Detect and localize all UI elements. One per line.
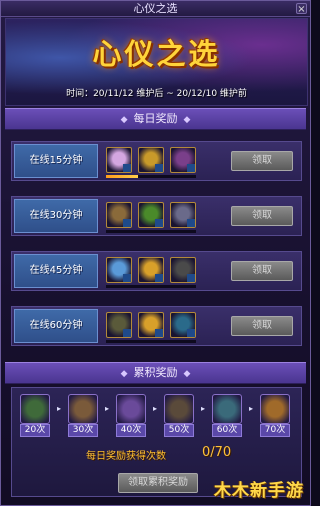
ornament-icon: ◆: [183, 115, 191, 125]
online-time-label: 在线15分钟: [14, 144, 98, 178]
orange-chest-icon[interactable]: [260, 394, 290, 424]
ornament-icon: ◆: [120, 115, 128, 125]
dark-chest-icon[interactable]: [164, 394, 194, 424]
ornament-icon: ◆: [183, 369, 191, 379]
daily-count-label: 每日奖励获得次数: [86, 451, 166, 462]
window-titlebar: 心仪之选 ×: [1, 1, 310, 17]
arrow-right-icon: ▸: [104, 404, 109, 413]
wooden-box-icon[interactable]: [106, 202, 132, 228]
event-time: 时间：20/11/12 维护后 ~ 20/12/10 维护前: [66, 89, 247, 99]
arrow-right-icon: ▸: [248, 404, 253, 413]
item-tag-icon: [187, 274, 195, 282]
daily-reward-row: 在线30分钟 领取: [11, 196, 302, 236]
claim-button[interactable]: 领取: [231, 316, 293, 336]
daily-count-value: 0/70: [202, 445, 232, 460]
item-tag-icon: [155, 164, 163, 172]
dark-cube-icon[interactable]: [170, 257, 196, 283]
tier-label: 50次: [164, 424, 194, 437]
claim-button[interactable]: 领取: [231, 261, 293, 281]
brown-chest-icon[interactable]: [68, 394, 98, 424]
gold-box-icon[interactable]: [138, 257, 164, 283]
blue-pet-icon[interactable]: [170, 312, 196, 338]
online-time-label: 在线45分钟: [14, 254, 98, 288]
daily-reward-header: ◆ 每日奖励 ◆: [5, 108, 306, 130]
item-tag-icon: [123, 329, 131, 337]
online-progress-bar: [106, 285, 196, 288]
arrow-right-icon: ▸: [152, 404, 157, 413]
claim-button[interactable]: 领取: [231, 206, 293, 226]
window-title: 心仪之选: [133, 2, 178, 15]
item-tag-icon: [187, 329, 195, 337]
tier-label: 30次: [68, 424, 98, 437]
online-time-label: 在线60分钟: [14, 309, 98, 343]
daily-reward-row: 在线15分钟 领取: [11, 141, 302, 181]
purple-chest-icon[interactable]: [116, 394, 146, 424]
tier-label: 70次: [260, 424, 290, 437]
scroll-icon[interactable]: [106, 312, 132, 338]
accumulated-reward-title: 累积奖励: [133, 366, 178, 379]
online-progress-bar: [106, 175, 196, 178]
event-banner: 心仪之选 时间：20/11/12 维护后 ~ 20/12/10 维护前: [5, 18, 308, 106]
tier-label: 20次: [20, 424, 50, 437]
ornament-icon: ◆: [120, 369, 128, 379]
online-progress-bar: [106, 340, 196, 343]
item-tag-icon: [155, 219, 163, 227]
accumulated-reward-header: ◆ 累积奖励 ◆: [5, 362, 306, 384]
tier-label: 60次: [212, 424, 242, 437]
purple-chest-icon[interactable]: [170, 147, 196, 173]
teal-chest-icon[interactable]: [212, 394, 242, 424]
daily-reward-title: 每日奖励: [133, 112, 178, 125]
tier-label: 40次: [116, 424, 146, 437]
item-tag-icon: [123, 274, 131, 282]
item-tag-icon: [155, 274, 163, 282]
green-ticket-icon[interactable]: [138, 202, 164, 228]
online-progress-fill: [106, 175, 138, 178]
arrow-right-icon: ▸: [200, 404, 205, 413]
arrow-right-icon: ▸: [56, 404, 61, 413]
online-progress-bar: [106, 230, 196, 233]
banner-title: 心仪之选: [92, 37, 221, 71]
watermark: 木木新手游: [214, 481, 304, 501]
green-chest-icon[interactable]: [20, 394, 50, 424]
item-tag-icon: [187, 164, 195, 172]
gold-medal-icon[interactable]: [138, 147, 164, 173]
claim-button[interactable]: 领取: [231, 151, 293, 171]
daily-reward-row: 在线45分钟 领取: [11, 251, 302, 291]
daily-reward-row: 在线60分钟 领取: [11, 306, 302, 346]
item-tag-icon: [123, 164, 131, 172]
pink-crystal-icon[interactable]: [106, 147, 132, 173]
item-tag-icon: [123, 219, 131, 227]
event-window: 心仪之选 × 心仪之选 时间：20/11/12 维护后 ~ 20/12/10 维…: [0, 0, 311, 506]
close-button[interactable]: ×: [296, 3, 307, 15]
item-tag-icon: [187, 219, 195, 227]
gold-chest-icon[interactable]: [138, 312, 164, 338]
item-tag-icon: [155, 329, 163, 337]
blue-crystal-icon[interactable]: [106, 257, 132, 283]
silver-frame-icon[interactable]: [170, 202, 196, 228]
online-time-label: 在线30分钟: [14, 199, 98, 233]
claim-accumulated-button[interactable]: 领取累积奖励: [118, 473, 198, 493]
